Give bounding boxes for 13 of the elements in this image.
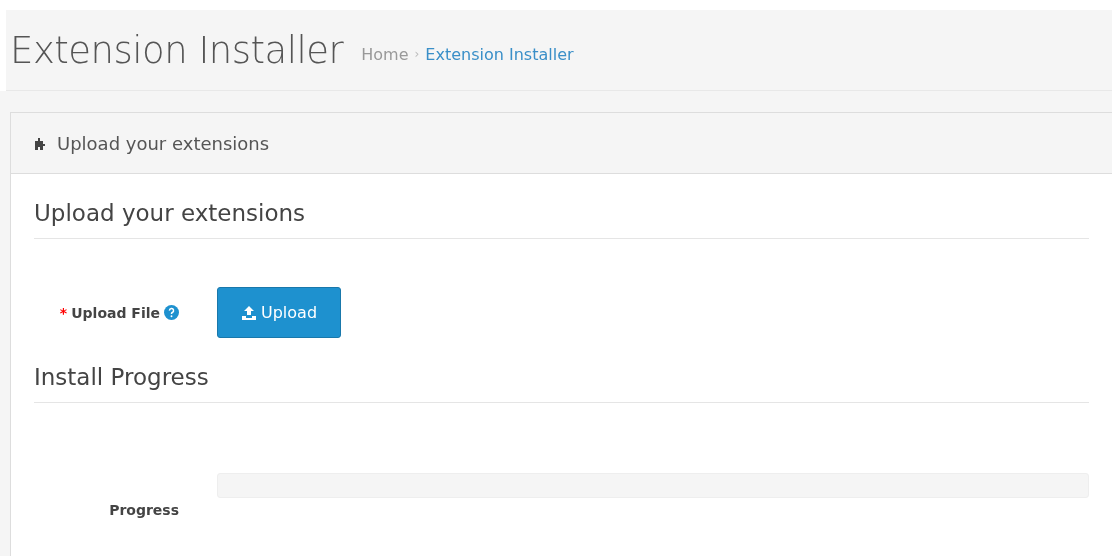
section-title: Upload your extensions xyxy=(34,174,1089,239)
field-label: Progress xyxy=(109,502,179,518)
help-icon[interactable] xyxy=(164,305,179,320)
field-label: Upload File xyxy=(71,304,160,321)
breadcrumb-separator: › xyxy=(414,47,420,61)
breadcrumb-link[interactable]: Home xyxy=(361,44,409,64)
breadcrumb-link[interactable]: Extension Installer xyxy=(425,44,574,64)
upload-icon xyxy=(240,304,257,321)
section-title: Install Progress xyxy=(34,338,1089,403)
required-mark: * xyxy=(59,304,68,321)
page-title: Extension Installer xyxy=(10,28,344,72)
upload-button[interactable]: Upload xyxy=(217,287,341,338)
panel-title: Upload your extensions xyxy=(57,132,270,154)
